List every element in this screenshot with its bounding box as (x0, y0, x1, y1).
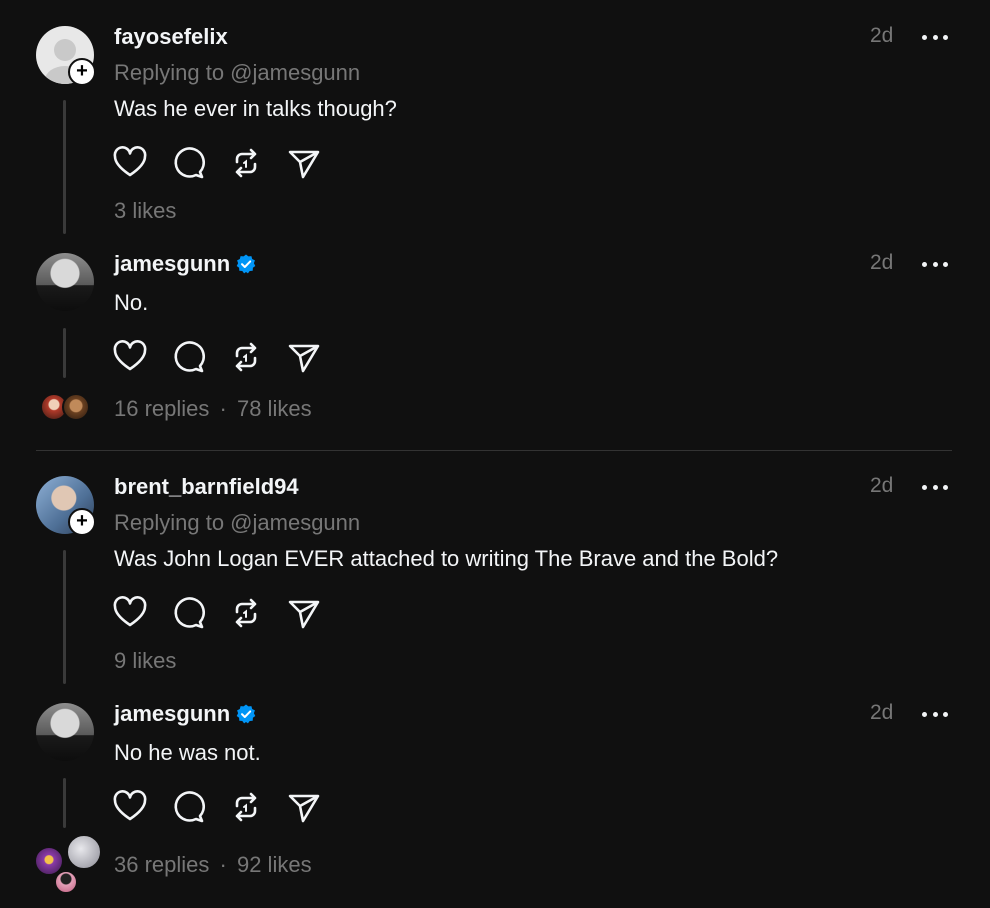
heart-icon[interactable] (112, 145, 148, 181)
replying-to-text[interactable]: Replying to @jamesgunn (114, 60, 360, 86)
username[interactable]: jamesgunn (114, 251, 256, 277)
repost-icon[interactable] (228, 789, 264, 825)
comment-icon[interactable] (170, 339, 206, 375)
thread-line (63, 550, 66, 684)
more-icon[interactable] (922, 260, 948, 268)
timestamp: 2d (870, 251, 894, 274)
comment-icon[interactable] (170, 145, 206, 181)
repost-icon[interactable] (228, 145, 264, 181)
send-icon[interactable] (286, 789, 322, 825)
avatar[interactable] (36, 253, 94, 311)
post-stats: 16 replies · 78 likes (114, 396, 312, 422)
send-icon[interactable] (286, 595, 322, 631)
heart-icon[interactable] (112, 595, 148, 631)
more-icon[interactable] (922, 483, 948, 491)
send-icon[interactable] (286, 145, 322, 181)
thread-divider (36, 450, 952, 451)
heart-icon[interactable] (112, 339, 148, 375)
username[interactable]: jamesgunn (114, 701, 256, 727)
replies-count[interactable]: 16 replies (114, 396, 209, 421)
timestamp: 2d (870, 474, 894, 497)
more-icon[interactable] (922, 710, 948, 718)
likes-count[interactable]: 92 likes (237, 852, 312, 877)
replier-avatar (66, 834, 102, 870)
thread-line (63, 100, 66, 234)
likes-count[interactable]: 3 likes (114, 198, 176, 224)
username[interactable]: brent_barnfield94 (114, 474, 299, 500)
thread-line (63, 328, 66, 378)
post-text: Was John Logan EVER attached to writing … (114, 546, 779, 571)
username[interactable]: fayosefelix (114, 24, 228, 50)
post-text: Was he ever in talks though? (114, 96, 397, 121)
follow-plus-icon[interactable]: + (68, 58, 96, 86)
send-icon[interactable] (286, 339, 322, 375)
post-text: No he was not. (114, 740, 261, 765)
follow-plus-icon[interactable]: + (68, 508, 96, 536)
replies-count[interactable]: 36 replies (114, 852, 209, 877)
replier-avatar (54, 870, 78, 894)
repost-icon[interactable] (228, 595, 264, 631)
comment-icon[interactable] (170, 595, 206, 631)
username-label[interactable]: jamesgunn (114, 701, 230, 726)
heart-icon[interactable] (112, 789, 148, 825)
thread-line (63, 778, 66, 828)
post-stats: 36 replies · 92 likes (114, 852, 312, 878)
repost-icon[interactable] (228, 339, 264, 375)
more-icon[interactable] (922, 33, 948, 41)
stats-separator: · (219, 396, 227, 421)
post-text: No. (114, 290, 149, 315)
username-label[interactable]: jamesgunn (114, 251, 230, 276)
verified-badge-icon (236, 254, 256, 274)
timestamp: 2d (870, 701, 894, 724)
verified-badge-icon (236, 704, 256, 724)
timestamp: 2d (870, 24, 894, 47)
comment-icon[interactable] (170, 789, 206, 825)
avatar[interactable] (36, 703, 94, 761)
likes-count[interactable]: 78 likes (237, 396, 312, 421)
replier-avatar (62, 393, 90, 421)
likes-count[interactable]: 9 likes (114, 648, 176, 674)
stats-separator: · (219, 852, 227, 877)
replying-to-text[interactable]: Replying to @jamesgunn (114, 510, 360, 536)
